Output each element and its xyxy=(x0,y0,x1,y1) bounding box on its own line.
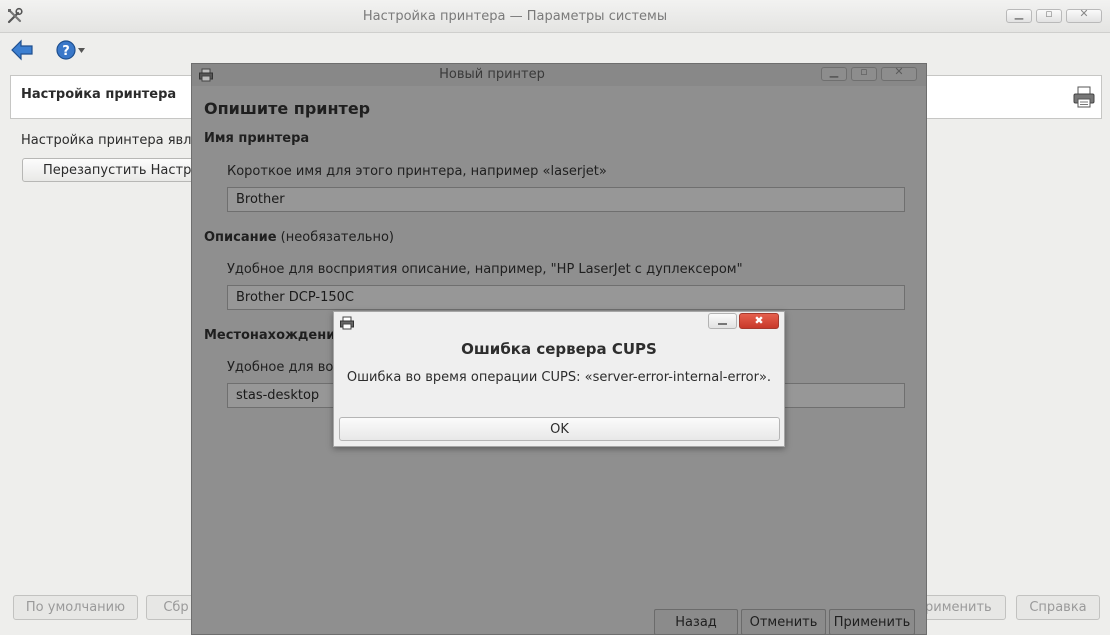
close-button[interactable]: ✖ xyxy=(739,313,779,329)
minimize-icon: ▁ xyxy=(829,65,839,78)
info-text: Настройка принтера являет xyxy=(21,133,215,148)
description-hint: Удобное для восприятия описание, наприме… xyxy=(227,262,743,277)
error-dialog-titlebar[interactable]: ✖ xyxy=(334,312,784,334)
close-button[interactable]: ✕ xyxy=(1066,7,1102,23)
error-title: Ошибка сервера CUPS xyxy=(461,340,657,358)
help-text-button[interactable]: Справка xyxy=(1016,595,1100,620)
error-message: Ошибка во время операции CUPS: «server-e… xyxy=(346,370,772,385)
minimize-button[interactable]: ▁ xyxy=(821,65,847,81)
printer-icon xyxy=(339,316,355,330)
apply-button[interactable]: Применить xyxy=(829,609,915,635)
page-title: Настройка принтера xyxy=(21,87,177,102)
back-button[interactable]: Назад xyxy=(654,609,738,635)
minimize-button[interactable] xyxy=(708,313,737,329)
maximize-button[interactable]: ▫ xyxy=(851,65,877,81)
dialog-heading: Опишите принтер xyxy=(204,99,371,118)
optional-label: (необязательно) xyxy=(280,230,394,245)
dialog-title: Новый принтер xyxy=(439,67,545,82)
minimize-icon xyxy=(718,323,727,325)
help-icon: ? xyxy=(56,40,85,60)
name-hint: Короткое имя для этого принтера, наприме… xyxy=(227,164,607,179)
close-icon: ✕ xyxy=(1079,7,1089,20)
description-label: Описание xyxy=(204,230,277,245)
help-button[interactable]: ? xyxy=(54,37,88,63)
printer-name-field[interactable]: Brother xyxy=(227,187,905,212)
svg-text:?: ? xyxy=(62,44,70,59)
name-section-label: Имя принтера xyxy=(204,131,310,146)
main-titlebar[interactable]: Настройка принтера — Параметры системы ▁… xyxy=(0,0,1110,33)
close-icon: ✕ xyxy=(894,65,904,78)
maximize-icon: ▫ xyxy=(1045,7,1053,20)
apply-button[interactable]: рименить xyxy=(920,595,1006,620)
maximize-icon: ▫ xyxy=(860,65,868,78)
cancel-button[interactable]: Отменить xyxy=(741,609,826,635)
maximize-button[interactable]: ▫ xyxy=(1036,7,1062,23)
back-arrow-icon xyxy=(11,39,33,61)
window-title: Настройка принтера — Параметры системы xyxy=(362,9,668,24)
defaults-button[interactable]: По умолчанию xyxy=(13,595,138,620)
location-hint: Удобное для восп xyxy=(227,360,349,375)
printer-icon xyxy=(1071,84,1097,110)
description-field[interactable]: Brother DCP-150C xyxy=(227,285,905,310)
description-section-label: Описание (необязательно) xyxy=(204,230,394,245)
close-icon: ✖ xyxy=(754,314,764,327)
dialog-titlebar[interactable]: Новый принтер ▁ ▫ ✕ xyxy=(192,64,926,86)
ok-button[interactable]: OK xyxy=(339,417,780,441)
back-button[interactable] xyxy=(8,37,36,63)
cups-error-dialog: ✖ Ошибка сервера CUPS Ошибка во время оп… xyxy=(333,311,785,447)
minimize-icon: ▁ xyxy=(1014,7,1024,20)
close-button[interactable]: ✕ xyxy=(881,65,917,81)
minimize-button[interactable]: ▁ xyxy=(1006,7,1032,23)
